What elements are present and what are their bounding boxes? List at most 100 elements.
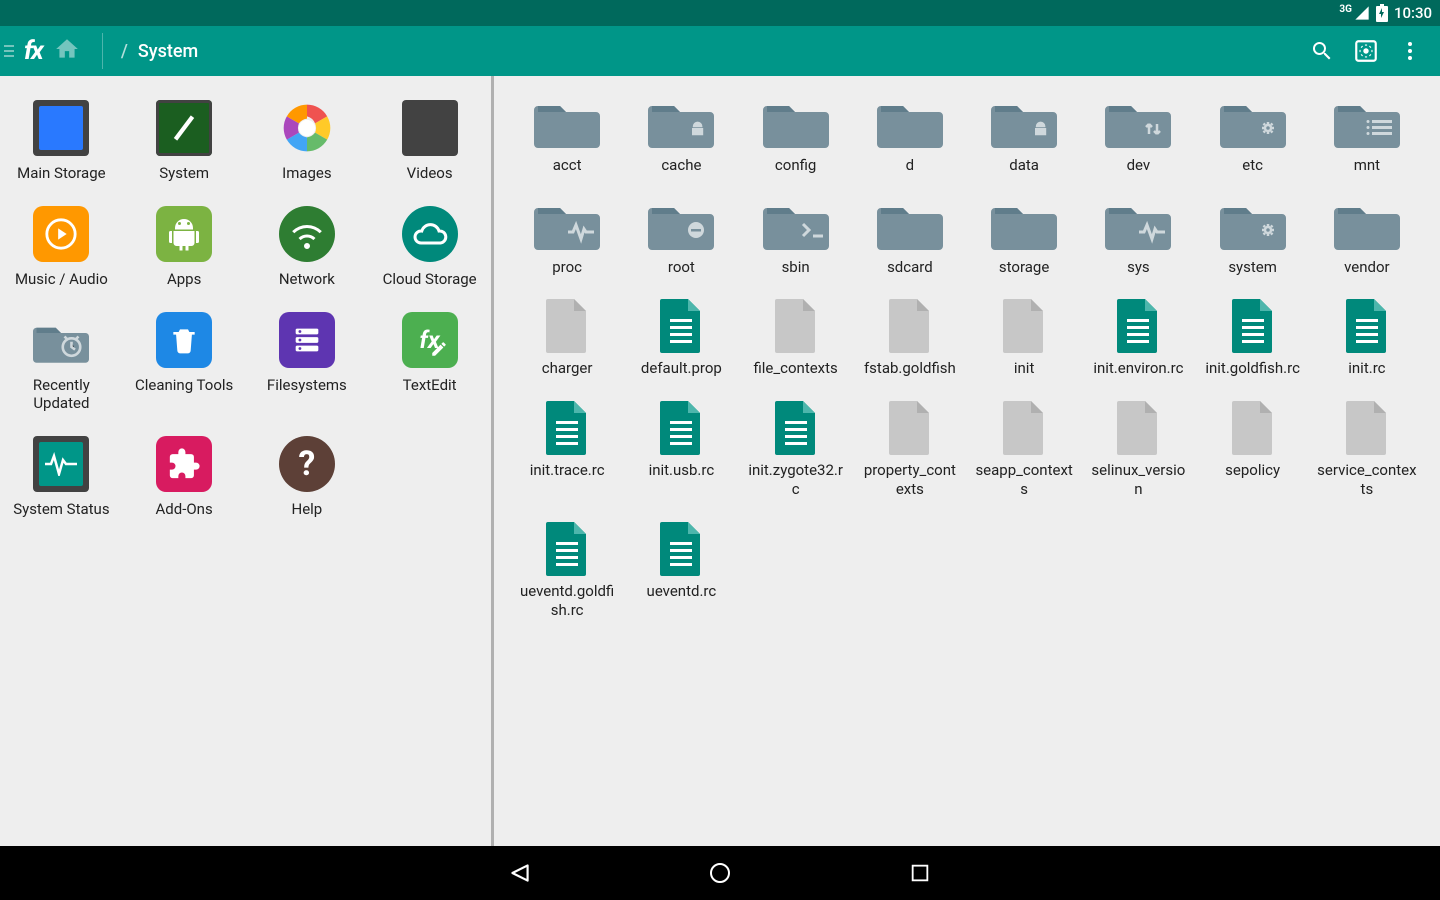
file-list-pane: acctcache config d data devetcmnt proc root sbi… bbox=[494, 76, 1440, 846]
file-item[interactable]: file_contexts bbox=[741, 293, 851, 385]
folder-icon bbox=[648, 96, 714, 150]
file-icon bbox=[648, 299, 714, 353]
file-icon bbox=[1105, 299, 1171, 353]
folder-icon bbox=[1334, 198, 1400, 252]
folder-item[interactable]: proc bbox=[512, 192, 622, 284]
folder-icon bbox=[991, 96, 1057, 150]
breadcrumb[interactable]: /System bbox=[121, 41, 198, 62]
folder-item[interactable]: sys bbox=[1083, 192, 1193, 284]
file-item[interactable]: property_contexts bbox=[855, 395, 965, 506]
folder-item[interactable]: dev bbox=[1083, 90, 1193, 182]
category-main-storage[interactable]: Main Storage bbox=[0, 94, 123, 200]
category-label: Cleaning Tools bbox=[135, 376, 233, 394]
category-help[interactable]: ?Help bbox=[246, 430, 369, 536]
file-icon bbox=[1220, 299, 1286, 353]
network-label: 3G bbox=[1339, 4, 1352, 15]
folder-item[interactable]: storage bbox=[969, 192, 1079, 284]
file-item[interactable]: init.environ.rc bbox=[1083, 293, 1193, 385]
folder-icon bbox=[534, 96, 600, 150]
nav-home-button[interactable] bbox=[700, 853, 740, 893]
category-label: Filesystems bbox=[267, 376, 347, 394]
file-icon bbox=[991, 401, 1057, 455]
file-item[interactable]: sepolicy bbox=[1198, 395, 1308, 506]
overflow-button[interactable] bbox=[1388, 29, 1432, 73]
folder-item[interactable]: acct bbox=[512, 90, 622, 182]
file-item[interactable]: init.usb.rc bbox=[626, 395, 736, 506]
file-item[interactable]: init.rc bbox=[1312, 293, 1422, 385]
category-label: TextEdit bbox=[403, 376, 457, 394]
item-label: ueventd.rc bbox=[647, 582, 717, 602]
file-icon bbox=[534, 401, 600, 455]
menu-handle-icon[interactable] bbox=[4, 45, 14, 57]
folder-item[interactable]: cache bbox=[626, 90, 736, 182]
category-music[interactable]: Music / Audio bbox=[0, 200, 123, 306]
category-label: Music / Audio bbox=[15, 270, 108, 288]
item-label: init.trace.rc bbox=[530, 461, 605, 481]
item-label: sbin bbox=[782, 258, 810, 278]
category-system[interactable]: System bbox=[123, 94, 246, 200]
category-filesystems[interactable]: Filesystems bbox=[246, 306, 369, 430]
file-item[interactable]: seapp_contexts bbox=[969, 395, 1079, 506]
folder-item[interactable]: system bbox=[1198, 192, 1308, 284]
category-cleaning[interactable]: Cleaning Tools bbox=[123, 306, 246, 430]
file-item[interactable]: ueventd.goldfish.rc bbox=[512, 516, 622, 627]
settings-button[interactable] bbox=[1344, 29, 1388, 73]
category-label: Recently Updated bbox=[4, 376, 119, 412]
category-label: Images bbox=[282, 164, 332, 182]
folder-item[interactable]: vendor bbox=[1312, 192, 1422, 284]
item-label: data bbox=[1009, 156, 1039, 176]
file-item[interactable]: init.trace.rc bbox=[512, 395, 622, 506]
folder-item[interactable]: sdcard bbox=[855, 192, 965, 284]
folder-item[interactable]: etc bbox=[1198, 90, 1308, 182]
folder-icon bbox=[534, 198, 600, 252]
folder-item[interactable]: data bbox=[969, 90, 1079, 182]
file-item[interactable]: ueventd.rc bbox=[626, 516, 736, 627]
item-label: proc bbox=[552, 258, 582, 278]
file-item[interactable]: init.goldfish.rc bbox=[1198, 293, 1308, 385]
category-label: System bbox=[159, 164, 209, 182]
file-icon bbox=[991, 299, 1057, 353]
item-label: init.goldfish.rc bbox=[1205, 359, 1300, 379]
nav-back-button[interactable] bbox=[500, 853, 540, 893]
app-logo[interactable]: fx bbox=[24, 36, 42, 66]
item-label: system bbox=[1228, 258, 1277, 278]
category-addons[interactable]: Add-Ons bbox=[123, 430, 246, 536]
item-label: charger bbox=[542, 359, 593, 379]
battery-charging-icon bbox=[1376, 4, 1388, 22]
folder-item[interactable]: config bbox=[741, 90, 851, 182]
file-icon bbox=[877, 299, 943, 353]
folder-item[interactable]: d bbox=[855, 90, 965, 182]
category-textedit[interactable]: fxTextEdit bbox=[368, 306, 491, 430]
file-item[interactable]: default.prop bbox=[626, 293, 736, 385]
file-item[interactable]: service_contexts bbox=[1312, 395, 1422, 506]
file-item[interactable]: charger bbox=[512, 293, 622, 385]
item-label: vendor bbox=[1344, 258, 1390, 278]
category-videos[interactable]: Videos bbox=[368, 94, 491, 200]
search-button[interactable] bbox=[1300, 29, 1344, 73]
item-label: storage bbox=[999, 258, 1049, 278]
file-item[interactable]: init.zygote32.rc bbox=[741, 395, 851, 506]
item-label: property_contexts bbox=[860, 461, 960, 500]
category-network[interactable]: Network bbox=[246, 200, 369, 306]
category-images[interactable]: Images bbox=[246, 94, 369, 200]
category-cloud[interactable]: Cloud Storage bbox=[368, 200, 491, 306]
folder-icon bbox=[877, 96, 943, 150]
category-recent[interactable]: Recently Updated bbox=[0, 306, 123, 430]
item-label: sys bbox=[1127, 258, 1150, 278]
folder-item[interactable]: sbin bbox=[741, 192, 851, 284]
file-item[interactable]: selinux_version bbox=[1083, 395, 1193, 506]
home-icon[interactable] bbox=[54, 36, 80, 66]
file-item[interactable]: init bbox=[969, 293, 1079, 385]
file-item[interactable]: fstab.goldfish bbox=[855, 293, 965, 385]
file-icon bbox=[648, 522, 714, 576]
item-label: init bbox=[1014, 359, 1035, 379]
category-apps[interactable]: Apps bbox=[123, 200, 246, 306]
category-sysstatus[interactable]: System Status bbox=[0, 430, 123, 536]
folder-icon bbox=[763, 96, 829, 150]
folder-icon bbox=[648, 198, 714, 252]
nav-recent-button[interactable] bbox=[900, 853, 940, 893]
folder-item[interactable]: mnt bbox=[1312, 90, 1422, 182]
folder-item[interactable]: root bbox=[626, 192, 736, 284]
item-label: config bbox=[775, 156, 816, 176]
file-icon bbox=[1105, 401, 1171, 455]
